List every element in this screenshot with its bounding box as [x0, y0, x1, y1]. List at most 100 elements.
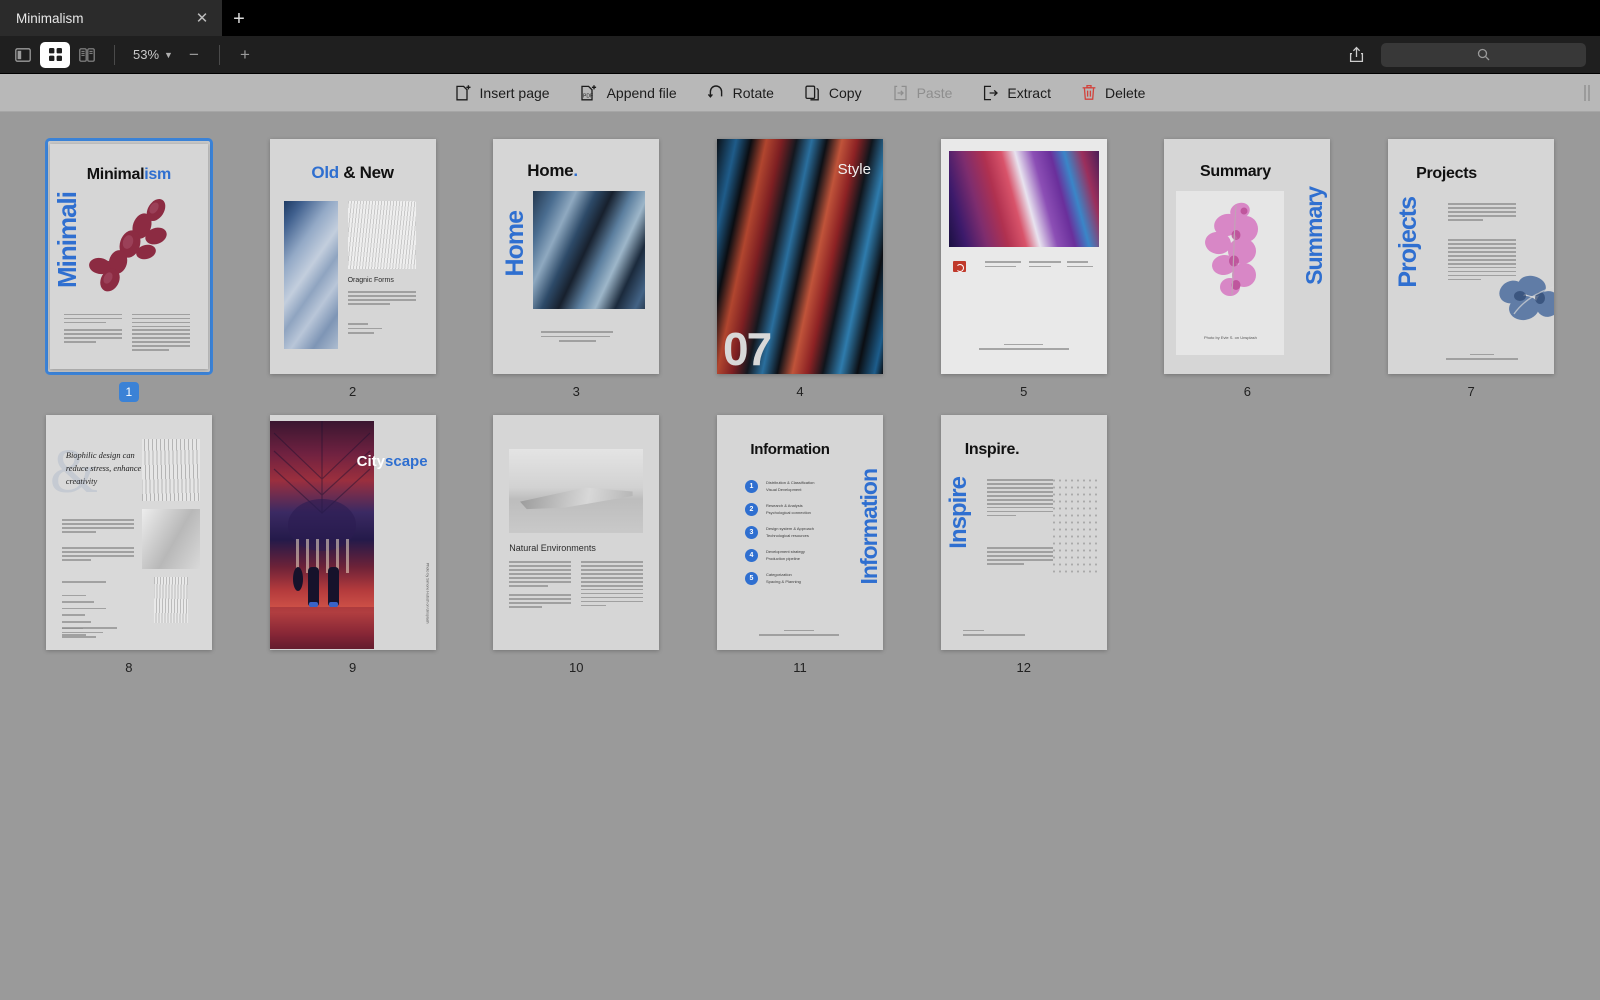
page-6-vertical-text: Summary — [1301, 187, 1328, 285]
browser-tab-minimalism[interactable]: Minimalism ✕ — [0, 0, 222, 36]
search-icon — [1477, 48, 1490, 61]
page-thumbnail-8[interactable]: & Biophilic design can reduce stress, en… — [40, 414, 218, 675]
sidebar-view-icon[interactable] — [8, 42, 38, 68]
page-12-body-2 — [986, 547, 1053, 565]
step-text-5: Categorization Spacing & Planning — [766, 571, 801, 585]
page-thumb-frame-12[interactable]: Inspire. Inspire — [940, 414, 1108, 651]
page-thumb-frame-9[interactable]: Cityscape Photo by Simone Hutsch on Unsp… — [269, 414, 437, 651]
iris-flower-image — [1499, 275, 1555, 321]
abstract-image — [948, 151, 1099, 247]
step-item-2: 2 Research & Analysis Psychological conn… — [744, 502, 814, 516]
step-number-4: 4 — [744, 548, 758, 562]
step-text-1: Distribution & Classification Visual Dev… — [766, 479, 814, 493]
step-text-3: Design system & Approach Technological r… — [766, 525, 814, 539]
zoom-in-button[interactable]: + — [232, 42, 258, 68]
copy-icon — [805, 85, 819, 100]
page-canvas-5 — [940, 139, 1107, 374]
page-2-title: Old & New — [311, 163, 394, 182]
page-thumbnail-9[interactable]: Cityscape Photo by Simone Hutsch on Unsp… — [264, 414, 442, 675]
search-input[interactable] — [1381, 42, 1586, 67]
page-canvas-8: & Biophilic design can reduce stress, en… — [45, 415, 212, 650]
page-9-content: Cityscape Photo by Simone Hutsch on Unsp… — [269, 415, 436, 650]
extract-icon — [984, 85, 999, 100]
page-thumb-frame-8[interactable]: & Biophilic design can reduce stress, en… — [45, 414, 213, 651]
page-7-vertical-text: Projects — [1394, 197, 1423, 288]
page-thumb-frame-10[interactable]: Natural Environments — [492, 414, 660, 651]
step-1-line-1: Distribution & Classification — [765, 480, 815, 485]
page-7-content: Projects Projects — [1388, 139, 1555, 374]
page-2-content: Old & New Oragnic Forms — [270, 139, 436, 374]
append-file-button[interactable]: PDF Append file — [580, 84, 677, 102]
page-thumb-frame-7[interactable]: Projects Projects — [1387, 138, 1555, 375]
new-tab-button[interactable]: + — [222, 2, 256, 36]
grid-view-icon[interactable] — [40, 41, 70, 68]
share-icon[interactable] — [1341, 42, 1371, 68]
page-thumb-frame-1[interactable]: Minimalism Minimali — [44, 138, 213, 375]
toolbar-drag-handle[interactable] — [1584, 84, 1592, 101]
page-number-12: 12 — [1016, 660, 1031, 675]
page-canvas-9: Cityscape Photo by Simone Hutsch on Unsp… — [269, 415, 436, 650]
page-7-body-1 — [1448, 203, 1517, 221]
page-5-column-2 — [1028, 261, 1061, 268]
page-thumbnail-3[interactable]: Home. Home 3 — [487, 138, 665, 402]
page-3-vertical-text: Home — [501, 211, 530, 277]
step-3-line-1: Design system & Approach — [765, 526, 815, 531]
insert-page-label: Insert page — [479, 84, 550, 101]
page-thumb-frame-2[interactable]: Old & New Oragnic Forms — [269, 138, 437, 375]
toolbar-divider — [114, 44, 115, 65]
page-4-overlay-title: Style — [837, 161, 871, 178]
rotate-button[interactable]: Rotate — [707, 84, 774, 102]
zoom-out-button[interactable]: − — [181, 42, 207, 68]
page-number-10: 10 — [569, 660, 584, 675]
page-12-title: Inspire. — [964, 441, 1020, 458]
copy-button[interactable]: Copy — [804, 84, 862, 102]
step-4-line-1: Development strategy — [765, 549, 805, 554]
spread-view-icon[interactable] — [72, 42, 102, 68]
page-2-credit — [347, 323, 382, 334]
page-thumbnail-6[interactable]: Summary Summary Photo by Evie S. on Unsp… — [1159, 138, 1337, 402]
insert-page-button[interactable]: Insert page — [455, 84, 550, 102]
page-thumbnail-2[interactable]: Old & New Oragnic Forms 2 — [264, 138, 442, 402]
page-1-body-columns — [63, 313, 190, 351]
zoom-level-dropdown[interactable]: 53% ▼ — [127, 47, 179, 62]
paste-icon — [893, 85, 907, 100]
extract-button[interactable]: Extract — [982, 84, 1051, 102]
page-thumbnail-1[interactable]: Minimalism Minimali 1 — [40, 138, 218, 402]
close-icon[interactable]: ✕ — [192, 8, 212, 28]
page-11-footer — [758, 629, 839, 636]
append-pdf-icon: PDF — [580, 84, 596, 100]
page-11-content: Information Information 1 Distribution &… — [717, 415, 883, 650]
page-5-column-1 — [984, 261, 1021, 268]
step-number-1: 1 — [744, 479, 758, 493]
page-thumbnail-10[interactable]: Natural Environments 10 — [487, 414, 665, 675]
step-5-line-1: Categorization — [765, 572, 792, 577]
page-canvas-1: Minimalism Minimali — [49, 144, 208, 369]
page-thumbnail-7[interactable]: Projects Projects 7 — [1382, 138, 1560, 402]
page-thumbnail-11[interactable]: Information Information 1 Distribution &… — [711, 414, 889, 675]
page-thumb-frame-3[interactable]: Home. Home — [492, 138, 660, 375]
delete-button[interactable]: Delete — [1081, 84, 1145, 102]
page-number-6: 6 — [1243, 384, 1252, 399]
page-thumb-frame-5[interactable] — [940, 138, 1108, 375]
botanical-branch-image — [88, 198, 167, 292]
trash-icon — [1082, 84, 1096, 100]
page-canvas-11: Information Information 1 Distribution &… — [716, 415, 883, 650]
page-thumbnail-5[interactable]: 5 — [935, 138, 1113, 402]
page-7-credit — [1446, 353, 1519, 360]
page-thumbnail-canvas: Minimalism Minimali 1 Old & New Oragnic … — [0, 112, 1600, 675]
step-3-line-2: Technological resources — [765, 533, 809, 538]
step-1-line-2: Visual Development — [765, 487, 802, 492]
page-thumb-frame-4[interactable]: Style 07 — [716, 138, 884, 375]
page-8-content: & Biophilic design can reduce stress, en… — [46, 415, 212, 650]
window-title-bar: Minimalism ✕ + — [0, 0, 1600, 36]
grey-image-middle — [141, 509, 200, 569]
airplane-wing-image — [509, 449, 644, 533]
zoom-level-value: 53% — [133, 47, 160, 62]
page-thumbnail-4[interactable]: Style 07 4 — [711, 138, 889, 402]
page-8-body-2 — [61, 547, 134, 561]
page-thumb-frame-11[interactable]: Information Information 1 Distribution &… — [716, 414, 884, 651]
page-thumb-frame-6[interactable]: Summary Summary Photo by Evie S. on Unsp… — [1163, 138, 1331, 375]
page-thumbnail-12[interactable]: Inspire. Inspire 12 — [935, 414, 1113, 675]
page-number-4: 4 — [796, 384, 804, 399]
page-number-1: 1 — [118, 382, 140, 402]
